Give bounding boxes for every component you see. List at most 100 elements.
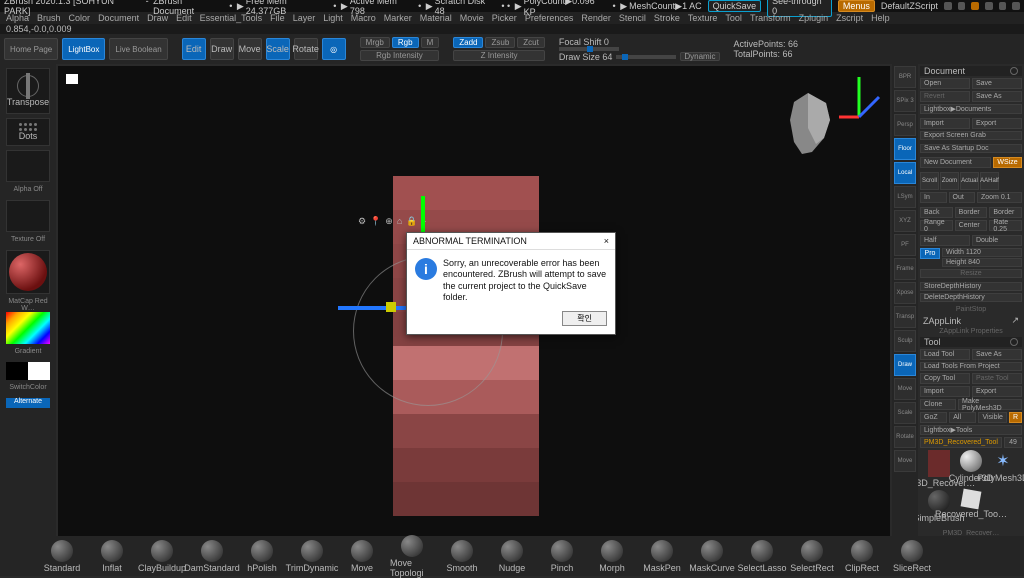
scale-button[interactable]: Scale: [266, 38, 290, 60]
rstrip-draw[interactable]: Draw: [894, 354, 916, 376]
zoom-in-button[interactable]: In: [920, 192, 947, 203]
center-button[interactable]: Center: [955, 220, 988, 231]
lightbox-button[interactable]: LightBox: [62, 38, 105, 60]
brush-move[interactable]: Move: [340, 540, 384, 573]
rstrip-xpose[interactable]: Xpose: [894, 282, 916, 304]
menu-file[interactable]: File: [270, 13, 285, 23]
menu-essential_tools[interactable]: Essential_Tools: [200, 13, 263, 23]
doc-scroll-button[interactable]: Scroll: [920, 172, 939, 190]
edit-button[interactable]: Edit: [182, 38, 206, 60]
color-swatches[interactable]: [6, 362, 50, 380]
import-button[interactable]: Import: [920, 118, 970, 129]
zapplink-label[interactable]: ZAppLink↗: [920, 315, 1022, 326]
rstrip-local[interactable]: Local: [894, 162, 916, 184]
tool-export-button[interactable]: Export: [972, 386, 1022, 397]
z-intensity[interactable]: Z Intensity: [453, 50, 545, 61]
rstrip-move[interactable]: Move: [894, 450, 916, 472]
min-icon[interactable]: [985, 2, 993, 10]
brush-morph[interactable]: Morph: [590, 540, 634, 573]
brush-slicerect[interactable]: SliceRect: [890, 540, 934, 573]
store-depth-history[interactable]: StoreDepthHistory: [920, 282, 1022, 291]
menu-render[interactable]: Render: [581, 13, 611, 23]
rstrip-sculp[interactable]: Sculp: [894, 330, 916, 352]
brush-damstandard[interactable]: DamStandard: [190, 540, 234, 573]
zoom-value[interactable]: Zoom 0.1: [977, 192, 1022, 203]
make-polymesh-button[interactable]: Make PolyMesh3D: [958, 399, 1022, 410]
copy-tool-button[interactable]: Copy Tool: [920, 373, 970, 384]
rstrip-transp[interactable]: Transp: [894, 306, 916, 328]
max-icon[interactable]: [999, 2, 1007, 10]
rstrip-persp[interactable]: Persp: [894, 114, 916, 136]
brush-selectrect[interactable]: SelectRect: [790, 540, 834, 573]
doc-actual-button[interactable]: Actual: [960, 172, 979, 190]
rstrip-spix-3[interactable]: SPix 3: [894, 90, 916, 112]
pro-button[interactable]: Pro: [920, 248, 940, 259]
dynamic-button[interactable]: Dynamic: [680, 52, 719, 61]
rstrip-xyz[interactable]: XYZ: [894, 210, 916, 232]
menu-light[interactable]: Light: [323, 13, 343, 23]
menu-movie[interactable]: Movie: [460, 13, 484, 23]
home-icon[interactable]: ⌂: [397, 216, 402, 227]
rstrip-rotate[interactable]: Rotate: [894, 426, 916, 448]
zsub-button[interactable]: Zsub: [485, 37, 515, 48]
brush-cliprect[interactable]: ClipRect: [840, 540, 884, 573]
brush-maskpen[interactable]: MaskPen: [640, 540, 684, 573]
default-zscript[interactable]: DefaultZScript: [881, 1, 938, 11]
export-button[interactable]: Export: [972, 118, 1022, 129]
move-button[interactable]: Move: [238, 38, 262, 60]
zadd-button[interactable]: Zadd: [453, 37, 483, 48]
lock-icon[interactable]: 🔒: [406, 216, 417, 227]
open-button[interactable]: Open: [920, 78, 970, 89]
menus-button[interactable]: Menus: [838, 0, 875, 12]
brush-maskcurve[interactable]: MaskCurve: [690, 540, 734, 573]
record-icon[interactable]: [971, 2, 979, 10]
goz-button[interactable]: GoZ: [920, 412, 947, 423]
rstrip-bpr[interactable]: BPR: [894, 66, 916, 88]
alpha-picker[interactable]: [6, 150, 50, 182]
menu-zplugin[interactable]: Zplugin: [799, 13, 829, 23]
rgb-intensity[interactable]: Rgb Intensity: [360, 50, 440, 61]
ok-button[interactable]: 확인: [562, 311, 607, 326]
brush-trimdynamic[interactable]: TrimDynamic: [290, 540, 334, 573]
doc-zoom-button[interactable]: Zoom: [940, 172, 959, 190]
rstrip-lsym[interactable]: LSym: [894, 186, 916, 208]
rstrip-frame[interactable]: Frame: [894, 258, 916, 280]
transpose-tool[interactable]: Transpose: [6, 68, 50, 114]
export-screen-grab-button[interactable]: Export Screen Grab: [920, 131, 1022, 140]
color-picker[interactable]: [6, 312, 50, 344]
new-document-button[interactable]: New Document: [920, 157, 991, 168]
wsize-button[interactable]: WSize: [993, 157, 1022, 168]
material-picker[interactable]: [6, 250, 50, 294]
menu-stroke[interactable]: Stroke: [654, 13, 680, 23]
live-boolean-button[interactable]: Live Boolean: [109, 38, 167, 60]
brush-smooth[interactable]: Smooth: [440, 540, 484, 573]
menu-macro[interactable]: Macro: [351, 13, 376, 23]
rgb-button[interactable]: Rgb: [392, 37, 419, 48]
double-button[interactable]: Double: [972, 235, 1022, 246]
clone-button[interactable]: Clone: [920, 399, 956, 410]
brush-inflat[interactable]: Inflat: [90, 540, 134, 573]
border-color2[interactable]: Border: [989, 207, 1022, 218]
m-button[interactable]: M: [421, 37, 440, 48]
gizmo-toolbar[interactable]: ⚙ 📍 ⊕ ⌂ 🔒 ⎯: [358, 216, 426, 227]
draw-size-slider[interactable]: [616, 55, 676, 59]
brush-move-topologi[interactable]: Move Topologi: [390, 535, 434, 578]
brush-pinch[interactable]: Pinch: [540, 540, 584, 573]
menu-help[interactable]: Help: [871, 13, 890, 23]
rstrip-floor[interactable]: Floor: [894, 138, 916, 160]
tool-panel-header[interactable]: Tool: [920, 337, 1022, 347]
pin-icon[interactable]: [944, 2, 952, 10]
zapplink-properties[interactable]: ZAppLink Properties: [920, 328, 1022, 335]
tool-thumb-e[interactable]: Recovered_Too…: [956, 490, 986, 528]
switch-color-label[interactable]: SwitchColor: [6, 384, 50, 394]
document-panel-header[interactable]: Document: [920, 66, 1022, 76]
paste-tool-button[interactable]: Paste Tool: [972, 373, 1022, 384]
saveas-button[interactable]: Save As: [972, 91, 1022, 102]
paintstop-label[interactable]: PaintStop: [920, 306, 1022, 313]
menu-material[interactable]: Material: [420, 13, 452, 23]
save-startup-doc-button[interactable]: Save As Startup Doc: [920, 144, 1022, 153]
gear-icon[interactable]: ⚙: [358, 216, 366, 227]
rate-slider[interactable]: Rate 0.25: [989, 220, 1022, 231]
goz-visible-button[interactable]: Visible: [978, 412, 1007, 423]
brush-nudge[interactable]: Nudge: [490, 540, 534, 573]
